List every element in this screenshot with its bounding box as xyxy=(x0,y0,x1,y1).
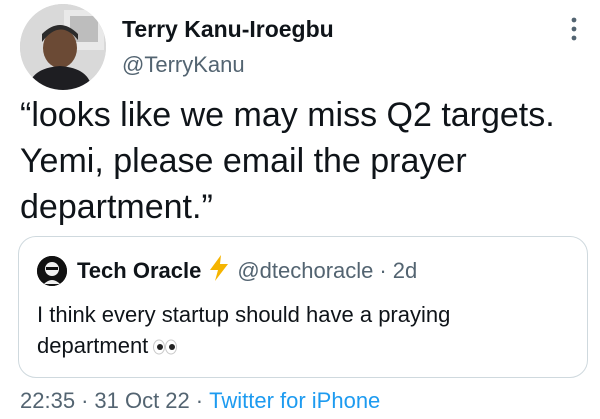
quoted-separator: · xyxy=(379,258,387,283)
quoted-author-handle: @dtechoracle xyxy=(237,258,374,283)
quoted-tweet-text: I think every startup should have a pray… xyxy=(37,299,567,363)
tweet-source-link[interactable]: Twitter for iPhone xyxy=(209,388,380,413)
quoted-timestamp: 2d xyxy=(392,258,418,283)
quoted-tweet[interactable]: Tech Oracle @dtechoracle · 2d I think ev… xyxy=(18,236,588,378)
tweet-text: “looks like we may miss Q2 targets. Yemi… xyxy=(20,96,555,226)
quoted-tweet-header: Tech Oracle @dtechoracle · 2d xyxy=(37,255,418,287)
tweet-date[interactable]: 31 Oct 22 xyxy=(94,388,189,413)
quoted-author-avatar xyxy=(37,256,67,286)
meta-separator: · xyxy=(81,388,89,413)
lightning-bolt-icon xyxy=(209,255,229,287)
author-name[interactable]: Terry Kanu-Iroegbu xyxy=(122,16,334,43)
more-options-icon[interactable] xyxy=(564,14,584,44)
quoted-author-name: Tech Oracle xyxy=(77,258,202,283)
quoted-text-content: I think every startup should have a pray… xyxy=(37,302,451,358)
eyes-emoji-icon xyxy=(152,332,178,363)
profile-photo-icon xyxy=(20,4,106,90)
tweet-meta: 22:35 · 31 Oct 22 · Twitter for iPhone xyxy=(20,388,380,414)
tweet-time[interactable]: 22:35 xyxy=(20,388,75,413)
meta-separator: · xyxy=(195,388,204,413)
tweet-card: Terry Kanu-Iroegbu @TerryKanu “looks lik… xyxy=(0,0,600,419)
author-avatar[interactable] xyxy=(20,4,106,90)
author-handle[interactable]: @TerryKanu xyxy=(122,52,245,78)
